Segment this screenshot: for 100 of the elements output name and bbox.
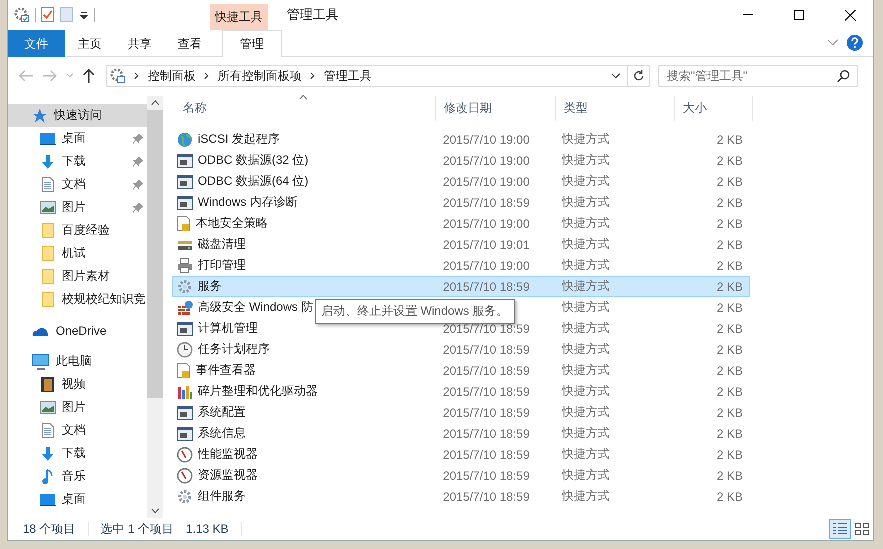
nav-item[interactable]: 音乐	[8, 465, 147, 488]
file-row[interactable]: 系统配置 2015/7/10 18:59 快捷方式 2 KB	[172, 402, 750, 423]
address-field[interactable]: 控制面板 所有控制面板项 管理工具	[106, 65, 628, 87]
file-name: 组件服务	[198, 489, 246, 503]
monitor-icon	[40, 132, 56, 146]
folder-icon	[40, 222, 56, 238]
file-row[interactable]: ODBC 数据源(64 位) 2015/7/10 19:00 快捷方式 2 KB	[172, 171, 750, 192]
up-arrow-icon[interactable]	[82, 68, 96, 84]
type-cell-text: 快捷方式	[560, 467, 611, 484]
close-icon	[844, 10, 856, 20]
nav-item[interactable]: 百度经验	[8, 219, 147, 242]
file-name: 本地安全策略	[196, 216, 268, 230]
nav-item[interactable]: 文档	[8, 173, 147, 196]
gear-icon	[177, 278, 193, 294]
details-view-button[interactable]	[829, 519, 851, 539]
date-cell: 2015/7/10 18:59	[443, 364, 530, 378]
date-cell: 2015/7/10 18:59	[443, 342, 530, 356]
column-header[interactable]: 名称	[175, 96, 436, 121]
nav-item[interactable]: 校规校纪知识竞	[8, 288, 147, 311]
nav-item[interactable]: 视频	[8, 373, 147, 396]
breadcrumb[interactable]: 管理工具	[324, 68, 372, 84]
size-cell-text: 2 KB	[716, 384, 744, 398]
file-row[interactable]: 组件服务 2015/7/10 18:59 快捷方式 2 KB	[172, 486, 750, 507]
file-row[interactable]: 系统信息 2015/7/10 18:59 快捷方式 2 KB	[172, 423, 750, 444]
file-name: 资源监视器	[198, 468, 258, 482]
gauge-icon	[177, 468, 193, 484]
scroll-down-icon[interactable]	[150, 508, 160, 514]
size-cell-text: 2 KB	[716, 216, 744, 230]
nav-item[interactable]: 文档	[8, 419, 147, 442]
folder-icon	[40, 292, 56, 308]
column-header[interactable]: 大小	[675, 96, 753, 121]
file-row[interactable]: iSCSI 发起程序 2015/7/10 19:00 快捷方式 2 KB	[172, 129, 750, 150]
down-arrow-icon	[40, 154, 56, 170]
file-tab[interactable]: 文件	[8, 30, 65, 57]
scrollbar[interactable]	[147, 96, 163, 518]
maximize-icon	[794, 10, 804, 20]
nav-item[interactable]: 图片素材	[8, 265, 147, 288]
pin-icon[interactable]	[133, 202, 143, 212]
ribbon-tab[interactable]: 共享	[115, 30, 165, 57]
scroll-up-icon[interactable]	[150, 100, 160, 106]
nav-item[interactable]: 图片	[8, 196, 147, 219]
breadcrumb[interactable]: 所有控制面板项	[218, 68, 302, 84]
breadcrumb[interactable]: 控制面板	[148, 68, 196, 84]
date-cell: 2015/7/10 18:59	[443, 196, 530, 210]
file-row[interactable]: 资源监视器 2015/7/10 18:59 快捷方式 2 KB	[172, 465, 750, 486]
nav-item[interactable]: 下载	[8, 442, 147, 465]
search-field[interactable]: 搜索"管理工具"	[658, 65, 858, 87]
picture-icon	[40, 401, 56, 414]
file-row[interactable]: 任务计划程序 2015/7/10 18:59 快捷方式 2 KB	[172, 339, 750, 360]
checklist-icon[interactable]	[41, 7, 55, 23]
file-row[interactable]: 打印管理 2015/7/10 19:00 快捷方式 2 KB	[172, 255, 750, 276]
file-row[interactable]: ODBC 数据源(32 位) 2015/7/10 19:00 快捷方式 2 KB	[172, 150, 750, 171]
ribbon-tab[interactable]: 查看	[165, 30, 215, 57]
nav-item[interactable]: OneDrive	[8, 319, 147, 342]
file-row[interactable]: 本地安全策略 2015/7/10 19:00 快捷方式 2 KB	[172, 213, 750, 234]
ribbon-tab[interactable]: 主页	[65, 30, 115, 57]
file-row[interactable]: 碎片整理和优化驱动器 2015/7/10 18:59 快捷方式 2 KB	[172, 381, 750, 402]
nav-item[interactable]: 机试	[8, 242, 147, 265]
refresh-icon	[632, 70, 644, 82]
window-title: 管理工具	[287, 6, 339, 24]
file-row[interactable]: 服务 2015/7/10 18:59 快捷方式 2 KB	[172, 276, 750, 297]
date-cell: 2015/7/10 19:00	[443, 216, 530, 230]
refresh-button[interactable]	[628, 65, 650, 87]
nav-item[interactable]: 此电脑	[8, 350, 147, 373]
pin-icon[interactable]	[133, 180, 143, 190]
chevron-right-icon[interactable]	[310, 72, 316, 80]
tooltip: 启动、终止并设置 Windows 服务。	[315, 299, 515, 324]
ribbon-tab[interactable]: 管理	[222, 30, 282, 57]
nav-item[interactable]: 桌面	[8, 488, 147, 511]
file-name: 系统信息	[198, 426, 246, 440]
column-header[interactable]: 修改日期	[436, 96, 556, 121]
computer-icon	[32, 354, 50, 370]
file-name: 计算机管理	[198, 321, 258, 335]
file-name: 碎片整理和优化驱动器	[198, 384, 318, 398]
monitor-icon	[40, 492, 56, 506]
file-row[interactable]: 性能监视器 2015/7/10 18:59 快捷方式 2 KB	[172, 444, 750, 465]
properties-icon[interactable]	[14, 7, 30, 23]
chevron-down-icon[interactable]	[611, 72, 621, 80]
help-icon[interactable]	[847, 35, 863, 51]
search-icon[interactable]	[837, 70, 850, 83]
pin-icon[interactable]	[133, 156, 143, 166]
chevron-right-icon[interactable]	[204, 72, 210, 80]
date-cell: 2015/7/10 19:00	[443, 132, 530, 146]
date-cell: 2015/7/10 18:59	[443, 426, 530, 440]
nav-item[interactable]: 下载	[8, 150, 147, 173]
nav-item[interactable]: 桌面	[8, 127, 147, 150]
file-row[interactable]: 磁盘清理 2015/7/10 19:01 快捷方式 2 KB	[172, 234, 750, 255]
type-cell-text: 快捷方式	[560, 215, 611, 232]
size-cell-text: 2 KB	[716, 154, 744, 168]
column-header[interactable]: 类型	[556, 96, 675, 121]
date-cell: 2015/7/10 18:59	[443, 406, 530, 420]
file-row[interactable]: 事件查看器 2015/7/10 18:59 快捷方式 2 KB	[172, 360, 750, 381]
type-cell-text: 快捷方式	[560, 341, 611, 358]
nav-item[interactable]: 快速访问	[8, 104, 147, 127]
nav-item[interactable]: 图片	[8, 396, 147, 419]
size-cell-text: 2 KB	[716, 238, 744, 252]
pin-icon[interactable]	[133, 134, 143, 144]
file-row[interactable]: Windows 内存诊断 2015/7/10 18:59 快捷方式 2 KB	[172, 192, 750, 213]
size-cell-text: 2 KB	[716, 342, 744, 356]
chevron-right-icon[interactable]	[134, 72, 140, 80]
